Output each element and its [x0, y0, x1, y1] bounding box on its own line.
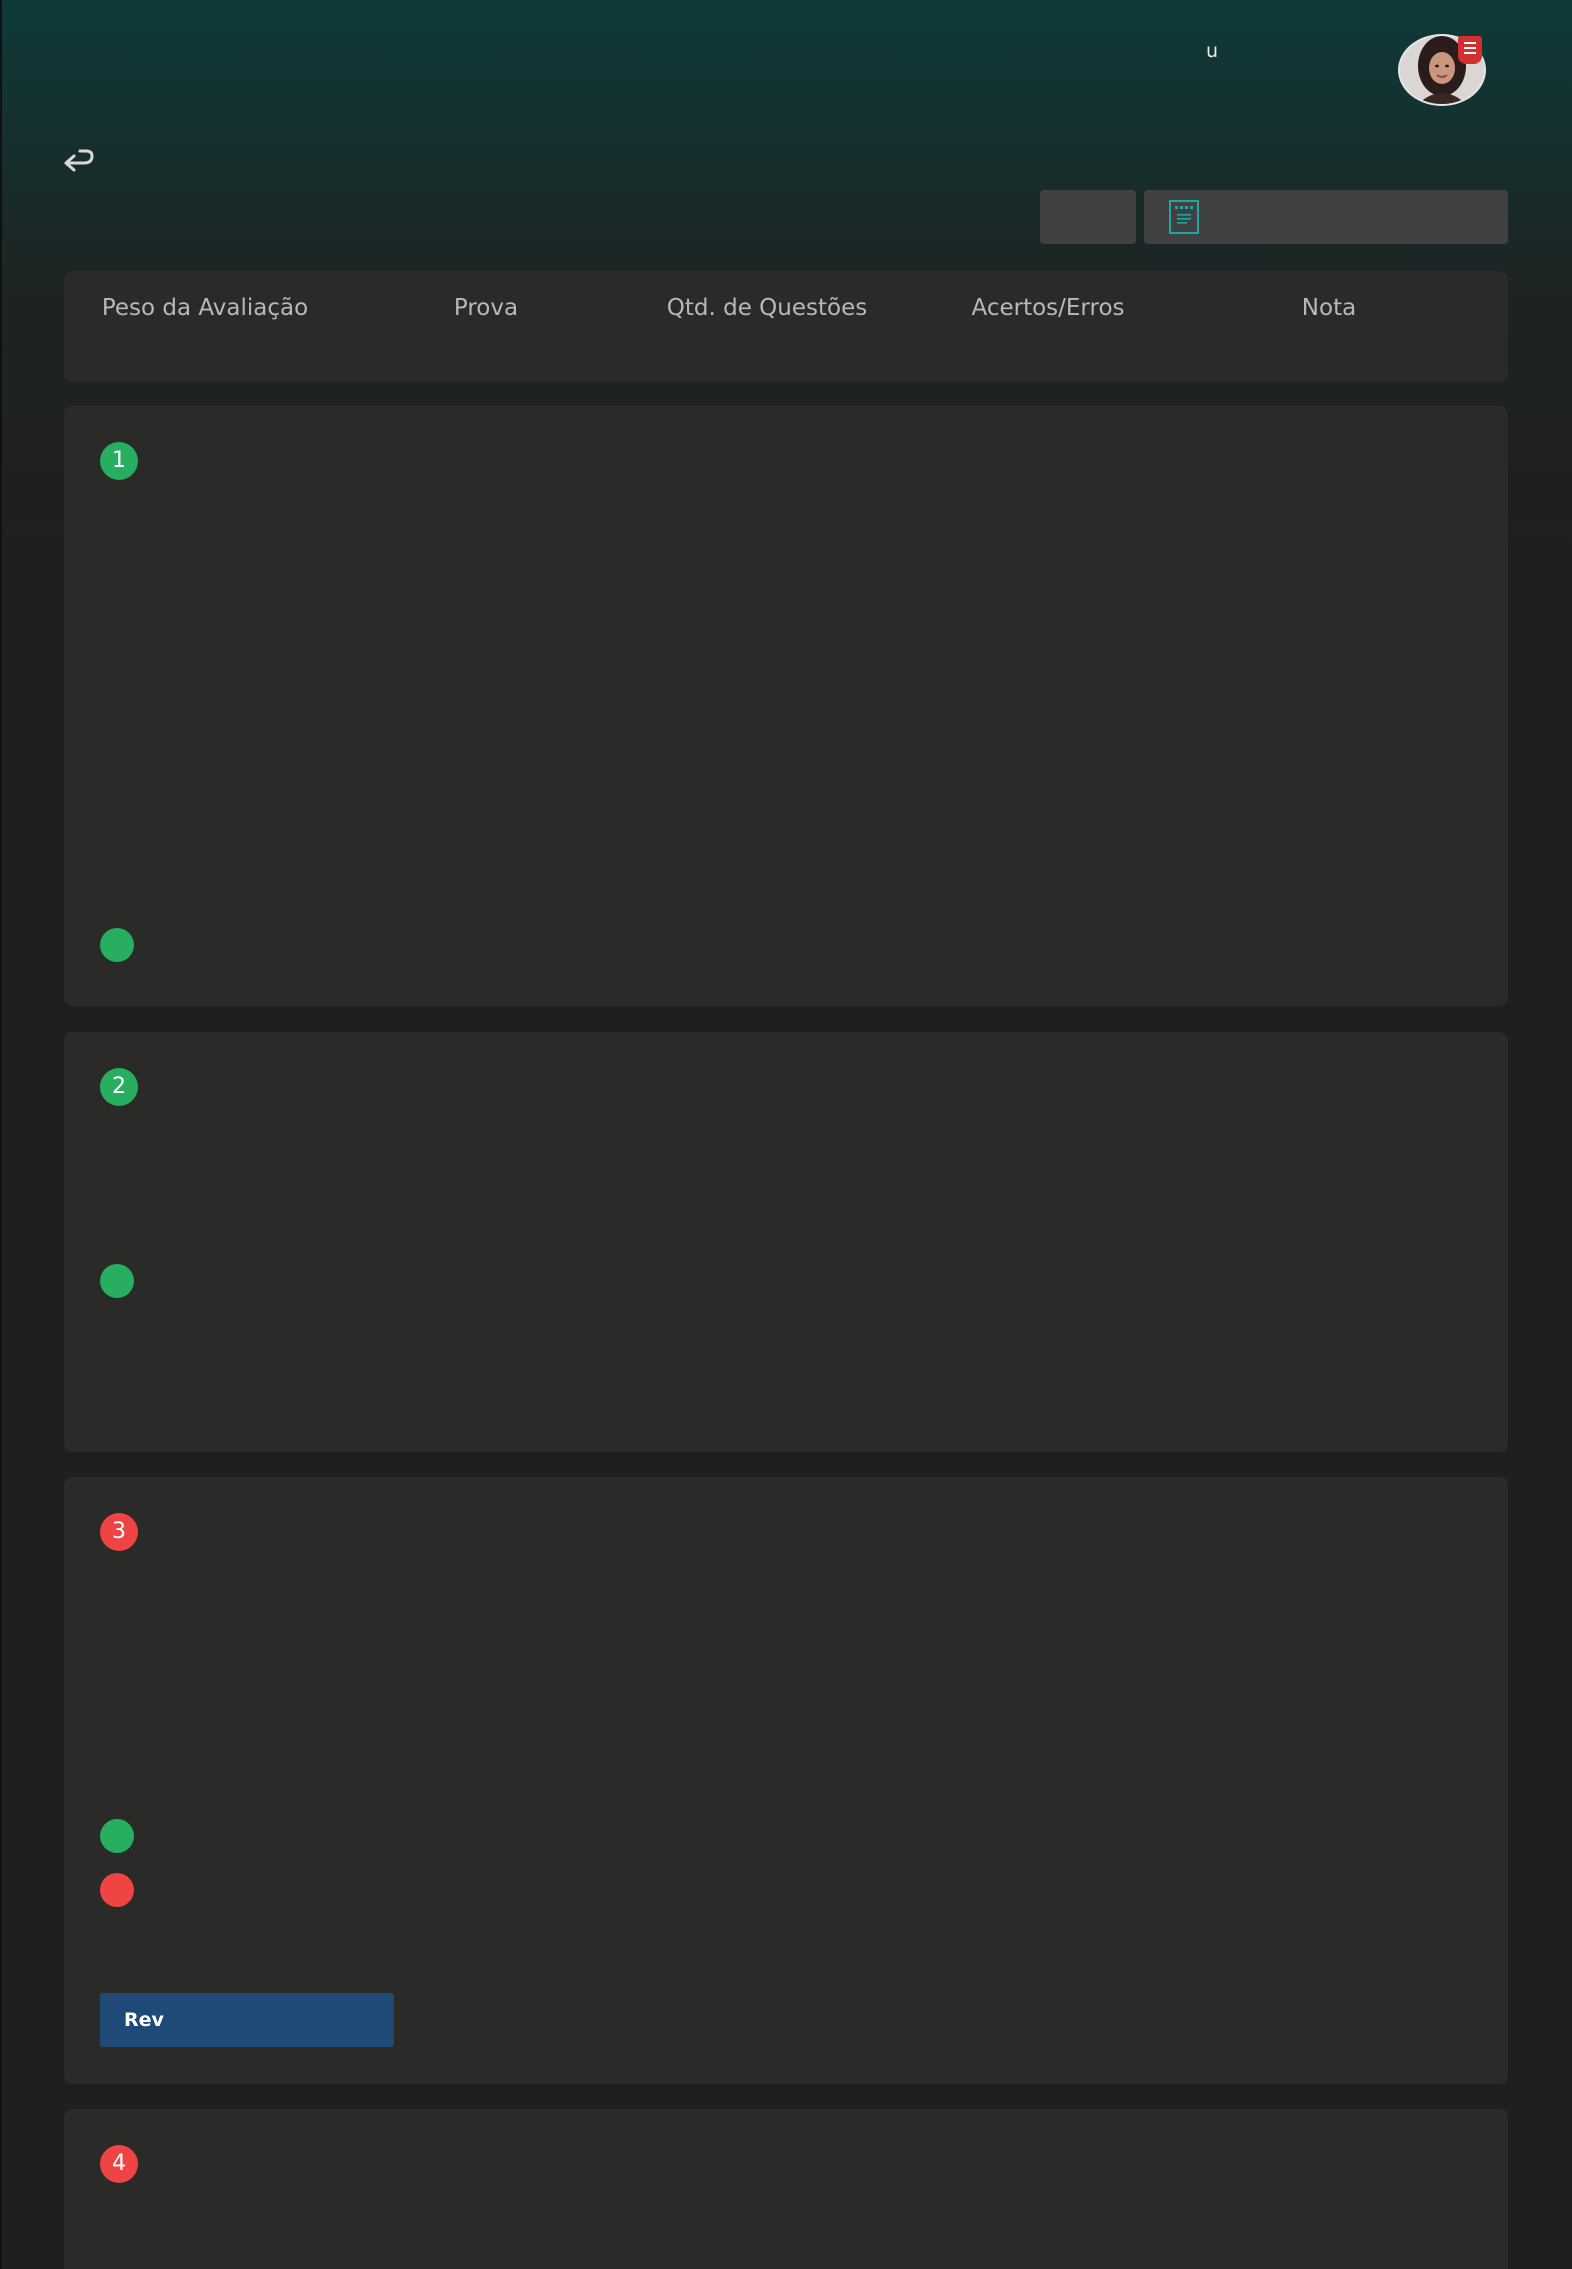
column-hits-misses: Acertos/Erros: [971, 295, 1125, 321]
question-number-badge: 3: [100, 1513, 138, 1551]
question-card: 4: [64, 2109, 1508, 2269]
review-button[interactable]: Rev: [100, 1993, 394, 2047]
answer-option-correct[interactable]: [100, 1264, 134, 1298]
answer-option-correct[interactable]: [100, 928, 134, 962]
question-number-badge: 1: [100, 442, 138, 480]
back-button[interactable]: [60, 148, 96, 182]
question-card: 1: [64, 406, 1508, 1006]
document-badge-icon: [1458, 36, 1482, 64]
column-exam: Prova: [453, 295, 519, 321]
document-selector[interactable]: [1144, 190, 1508, 244]
question-number-badge: 4: [100, 2145, 138, 2183]
column-question-count: Qtd. de Questões: [666, 295, 868, 321]
question-number-badge: 2: [100, 1068, 138, 1106]
question-card: 2: [64, 1032, 1508, 1452]
column-grade: Nota: [1301, 295, 1357, 321]
answer-option-wrong[interactable]: [100, 1873, 134, 1907]
return-arrow-icon: [64, 149, 94, 172]
answer-option-correct[interactable]: [100, 1819, 134, 1853]
results-summary-header: Peso da Avaliação Prova Qtd. de Questões…: [64, 271, 1508, 382]
user-name: u: [1206, 40, 1219, 62]
document-icon: [1168, 199, 1200, 239]
column-weight: Peso da Avaliação: [101, 295, 309, 321]
question-card: 3 Rev: [64, 1477, 1508, 2084]
toolbar-button[interactable]: [1040, 190, 1136, 244]
exam-review-page: u Peso da Avaliação Prova Qtd. de Questõ…: [0, 0, 1572, 2269]
window-edge: [0, 0, 2, 2269]
